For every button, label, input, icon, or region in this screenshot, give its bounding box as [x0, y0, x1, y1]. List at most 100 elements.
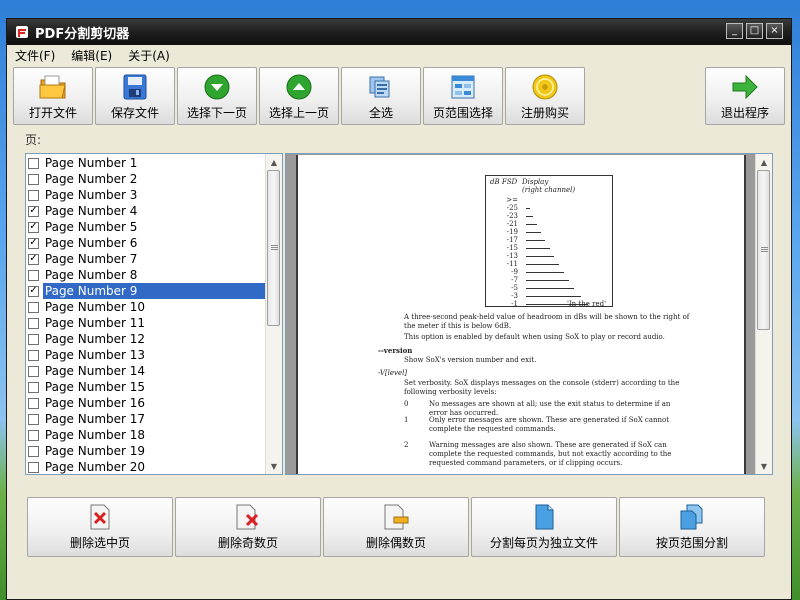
split-by-range-button[interactable]: 按页范围分割: [619, 497, 765, 557]
list-item[interactable]: Page Number 17: [26, 411, 266, 427]
open-file-button[interactable]: 打开文件: [13, 67, 93, 125]
page-checkbox[interactable]: ✓: [28, 285, 39, 297]
level-description: Only error messages are shown. These are…: [429, 416, 670, 433]
close-button[interactable]: ×: [766, 23, 783, 39]
preview-scroll-down-arrow-icon[interactable]: ▼: [756, 458, 772, 474]
select-all-button[interactable]: 全选: [341, 67, 421, 125]
list-item[interactable]: ✓ Page Number 6: [26, 235, 266, 251]
preview-scroll-thumb[interactable]: [757, 170, 770, 330]
list-item[interactable]: Page Number 15: [26, 379, 266, 395]
list-item[interactable]: Page Number 13: [26, 347, 266, 363]
db-row: -23: [490, 212, 610, 220]
page-checkbox[interactable]: [28, 429, 39, 441]
db-row: -15: [490, 244, 610, 252]
list-item[interactable]: Page Number 16: [26, 395, 266, 411]
page-label: Page Number 17: [44, 412, 146, 426]
floppy-disk-icon: [123, 74, 147, 100]
page-checkbox[interactable]: [28, 189, 39, 201]
page-checkbox[interactable]: [28, 333, 39, 345]
db-row: -25: [490, 204, 610, 212]
page-checkbox[interactable]: [28, 317, 39, 329]
db-meter-bar: [526, 224, 537, 225]
page-list-scrollbar[interactable]: ▲ ▼: [265, 154, 282, 474]
split-range-icon: [680, 504, 703, 530]
page-checkbox[interactable]: [28, 349, 39, 361]
db-meter-bar: [526, 240, 545, 241]
page-checkbox[interactable]: ✓: [28, 221, 39, 233]
split-by-range-label: 按页范围分割: [655, 536, 728, 550]
split-each-page-button[interactable]: 分割每页为独立文件: [471, 497, 617, 557]
page-checkbox[interactable]: ✓: [28, 205, 39, 217]
menu-edit[interactable]: 编辑(E): [63, 46, 120, 66]
maximize-button[interactable]: □: [746, 23, 763, 39]
page-checkbox[interactable]: [28, 269, 39, 281]
page-checkbox[interactable]: [28, 381, 39, 393]
db-value: -11: [506, 260, 518, 268]
title-bar[interactable]: PDF分割剪切器 _ □ ×: [7, 19, 791, 45]
list-item[interactable]: ✓ Page Number 5: [26, 219, 266, 235]
delete-even-button[interactable]: 删除偶数页: [323, 497, 469, 557]
delete-odd-button[interactable]: 删除奇数页: [175, 497, 321, 557]
list-item[interactable]: Page Number 14: [26, 363, 266, 379]
level-number: 0: [404, 400, 409, 408]
list-item[interactable]: Page Number 20: [26, 459, 266, 474]
list-item[interactable]: Page Number 11: [26, 315, 266, 331]
menu-file[interactable]: 文件(F): [7, 46, 63, 66]
page-range-select-button[interactable]: 页范围选择: [423, 67, 503, 125]
page-checkbox[interactable]: ✓: [28, 253, 39, 265]
db-value: -19: [506, 228, 518, 236]
page-label: Page Number 8: [44, 268, 138, 282]
save-file-button[interactable]: 保存文件: [95, 67, 175, 125]
page-label: Page Number 18: [44, 428, 146, 442]
list-item[interactable]: Page Number 12: [26, 331, 266, 347]
page-checkbox[interactable]: [28, 301, 39, 313]
list-item[interactable]: Page Number 3: [26, 187, 266, 203]
select-all-icon: [369, 76, 390, 98]
select-prev-page-button[interactable]: 选择上一页: [259, 67, 339, 125]
page-label: Page Number 4: [44, 204, 138, 218]
db-meter-bar: [526, 272, 564, 273]
page-label: Page Number 1: [44, 156, 138, 170]
db-value: -5: [511, 284, 518, 292]
db-value: -13: [506, 252, 518, 260]
scroll-up-arrow-icon[interactable]: ▲: [266, 154, 282, 170]
db-row: -19: [490, 228, 610, 236]
db-row: -5: [490, 284, 610, 292]
app-icon: [16, 26, 28, 38]
minimize-button[interactable]: _: [726, 23, 743, 39]
page-checkbox[interactable]: [28, 413, 39, 425]
list-item[interactable]: ✓ Page Number 7: [26, 251, 266, 267]
list-item[interactable]: ✓ Page Number 9: [26, 283, 266, 299]
list-item[interactable]: Page Number 2: [26, 171, 266, 187]
preview-scroll-up-arrow-icon[interactable]: ▲: [756, 154, 772, 170]
preview-scrollbar[interactable]: ▲ ▼: [755, 154, 772, 474]
list-item[interactable]: ✓ Page Number 4: [26, 203, 266, 219]
page-label: Page Number 14: [44, 364, 146, 378]
page-checkbox[interactable]: ✓: [28, 237, 39, 249]
action-bar: 删除选中页 删除奇数页 删除偶数页 分割每页为独立文件 按页范围分割: [27, 497, 771, 559]
scroll-thumb[interactable]: [267, 170, 280, 326]
db-meter-bar: [526, 232, 541, 233]
list-item[interactable]: Page Number 8: [26, 267, 266, 283]
page-checkbox[interactable]: [28, 461, 39, 473]
page-checkbox[interactable]: [28, 445, 39, 457]
list-item[interactable]: Page Number 19: [26, 443, 266, 459]
page-checkbox[interactable]: [28, 397, 39, 409]
menu-about[interactable]: 关于(A): [120, 46, 178, 66]
db-meter-bar: [526, 264, 559, 265]
delete-selected-button[interactable]: 删除选中页: [27, 497, 173, 557]
page-checkbox[interactable]: [28, 157, 39, 169]
exit-button[interactable]: 退出程序: [705, 67, 785, 125]
list-item[interactable]: Page Number 10: [26, 299, 266, 315]
list-item[interactable]: Page Number 1: [26, 155, 266, 171]
select-next-page-button[interactable]: 选择下一页: [177, 67, 257, 125]
db-meter-bar: [526, 248, 550, 249]
db-row: -21: [490, 220, 610, 228]
page-checkbox[interactable]: [28, 173, 39, 185]
page-checkbox[interactable]: [28, 365, 39, 377]
db-row: -3: [490, 292, 610, 300]
register-buy-button[interactable]: 注册购买: [505, 67, 585, 125]
db-meter-bar: [526, 256, 554, 257]
list-item[interactable]: Page Number 18: [26, 427, 266, 443]
scroll-down-arrow-icon[interactable]: ▼: [266, 458, 282, 474]
